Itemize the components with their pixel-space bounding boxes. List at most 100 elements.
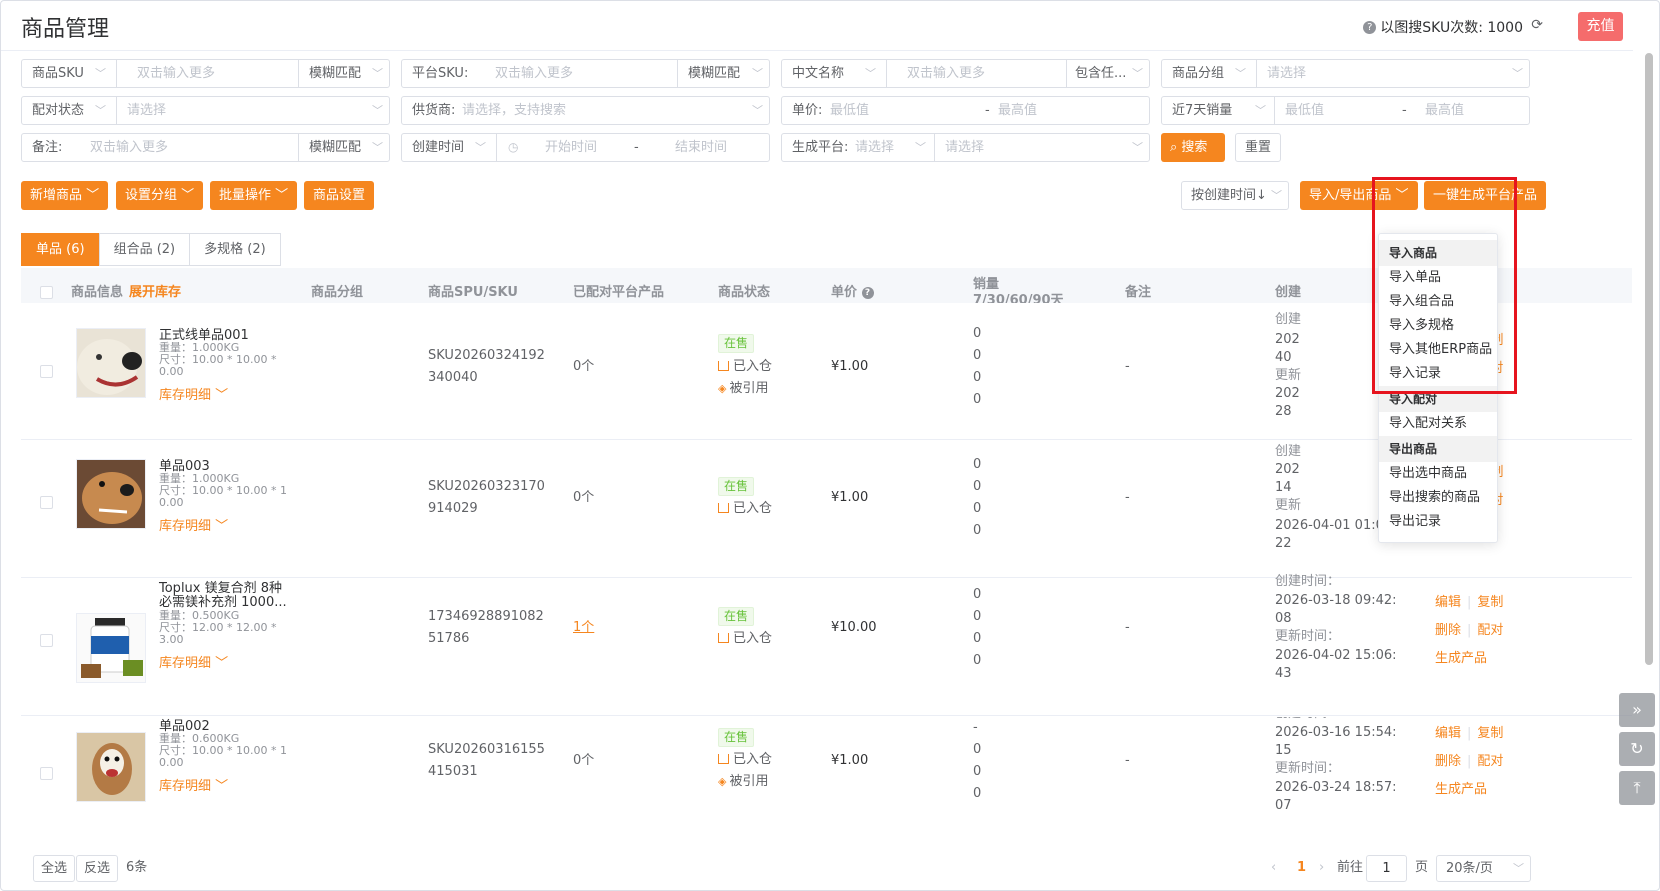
stock-detail-link[interactable]: 库存明细 ﹀ [159, 384, 228, 403]
chevron-down-icon: ﹀ [915, 141, 926, 154]
export-records-item[interactable]: 导出记录 [1379, 510, 1497, 534]
product-size-2: 0.00 [159, 756, 184, 769]
updated-time: 2026-03-24 18:57: [1275, 780, 1397, 795]
row-ops-1: 编辑|复制 [1435, 595, 1504, 610]
sku-input[interactable]: 双击输入更多 [127, 60, 299, 87]
tag-icon: ◈ [718, 775, 727, 788]
chevron-down-icon: ﹀ [1271, 189, 1282, 202]
edit-link[interactable]: 编辑 [1435, 595, 1461, 610]
page-size-select[interactable]: 20条/页 ﹀ [1436, 855, 1531, 882]
sales-7: 0 [973, 326, 982, 341]
platform-sku-input[interactable]: 双击输入更多 [485, 60, 678, 87]
time-start-input[interactable]: 开始时间 [535, 134, 615, 161]
prev-page-icon[interactable]: ‹ [1271, 857, 1276, 879]
chevron-down-icon: ﹀ [475, 141, 486, 154]
row-checkbox[interactable] [40, 767, 53, 780]
paired-count-link[interactable]: 1个 [573, 617, 594, 639]
delete-link[interactable]: 删除 [1435, 754, 1461, 769]
chevron-down-icon: ﹀ [215, 656, 229, 671]
sales-60: 0 [973, 501, 982, 516]
product-type-tabs: 单品 (6) 组合品 (2) 多规格 (2) [21, 233, 281, 266]
status-badge: 在售 [718, 606, 755, 628]
pair-status-filter: 配对状态 ﹀ 请选择 ﹀ [21, 96, 390, 125]
generate-product-link[interactable]: 生成产品 [1435, 778, 1487, 797]
pair-status-select[interactable]: 请选择 [117, 97, 357, 124]
delete-link[interactable]: 删除 [1435, 623, 1461, 638]
product-name-2[interactable]: 必需镁补充剂 1000... [159, 595, 287, 610]
sales-max-input[interactable]: 最高值 [1415, 97, 1525, 124]
reset-button[interactable]: 重置 [1235, 133, 1282, 162]
group-select[interactable]: 请选择 [1257, 60, 1497, 87]
copy-link[interactable]: 复制 [1477, 595, 1503, 610]
time-dash: - [634, 140, 639, 155]
generate-product-link[interactable]: 生成产品 [1435, 647, 1487, 666]
copy-link[interactable]: 复制 [1477, 726, 1503, 741]
back-to-top-icon[interactable]: ⤒ [1619, 771, 1655, 805]
pair-link[interactable]: 配对 [1477, 754, 1503, 769]
batch-ops-button[interactable]: 批量操作 ﹀ [210, 181, 298, 210]
sort-select[interactable]: 按创建时间↓ ﹀ [1181, 181, 1289, 210]
stock-detail-link[interactable]: 库存明细 ﹀ [159, 515, 228, 534]
page-unit-label: 页 [1415, 860, 1429, 875]
status-badge: 在售 [718, 333, 755, 355]
price-min-input[interactable]: 最低值 [820, 97, 970, 124]
paired-count: 0个 [573, 490, 595, 505]
select-all-button[interactable]: 全选 [33, 855, 76, 882]
clock-icon: ◷ [508, 140, 519, 154]
export-searched-item[interactable]: 导出搜索的商品 [1379, 486, 1497, 510]
tab-combo[interactable]: 组合品 (2) [98, 233, 191, 266]
product-settings-button[interactable]: 商品设置 [304, 181, 375, 210]
add-product-button[interactable]: 新增商品 ﹀ [21, 181, 109, 210]
chevron-down-icon: ﹀ [372, 141, 383, 154]
note-input[interactable]: 双击输入更多 [80, 134, 299, 161]
next-page-icon[interactable]: › [1319, 857, 1324, 879]
import-pairing-item[interactable]: 导入配对关系 [1379, 412, 1497, 436]
stock-detail-link[interactable]: 库存明细 ﹀ [159, 652, 228, 671]
row-checkbox[interactable] [40, 365, 53, 378]
chevron-down-icon: ﹀ [1512, 67, 1523, 80]
row-checkbox[interactable] [40, 496, 53, 509]
invert-select-button[interactable]: 反选 [76, 855, 119, 882]
help-icon[interactable]: ? [1363, 20, 1377, 34]
product-management-page: 商品管理 ? 以图搜SKU次数: 1000 ⟳ 充值 商品SKU ﹀ 双击输入更… [0, 0, 1660, 891]
scrollbar-thumb[interactable] [1645, 53, 1653, 665]
export-selected-item[interactable]: 导出选中商品 [1379, 462, 1497, 486]
price-max-input[interactable]: 最高值 [988, 97, 1138, 124]
cn-name-input[interactable]: 双击输入更多 [897, 60, 1067, 87]
in-stock-status: 已入仓 [718, 356, 772, 378]
warehouse-icon [718, 361, 729, 371]
price-value: ¥1.00 [831, 359, 869, 374]
select-all-checkbox[interactable] [40, 286, 53, 299]
pair-link[interactable]: 配对 [1477, 623, 1503, 638]
search-button[interactable]: ⌕ 搜索 [1161, 133, 1225, 162]
paired-count: 0个 [573, 753, 595, 768]
vertical-scrollbar[interactable] [1642, 51, 1656, 671]
page-jump-input[interactable]: 1 [1366, 855, 1407, 882]
cn-match-select[interactable]: 包含任... [1065, 60, 1135, 87]
reload-icon[interactable]: ↻ [1619, 732, 1655, 766]
gen-platform-select-2[interactable]: 请选择 [935, 134, 1115, 161]
tab-single[interactable]: 单品 (6) [21, 233, 100, 266]
dog-photo [77, 460, 145, 528]
help-icon[interactable]: ? [861, 287, 874, 299]
set-group-button[interactable]: 设置分组 ﹀ [116, 181, 204, 210]
edit-link[interactable]: 编辑 [1435, 726, 1461, 741]
product-name[interactable]: Toplux 镁复合剂 8种 [159, 581, 282, 596]
refresh-icon[interactable]: ⟳ [1531, 17, 1543, 33]
chevron-down-icon: ﹀ [215, 779, 229, 794]
image-search-quota: ? 以图搜SKU次数: 1000 [1363, 17, 1523, 37]
row-checkbox[interactable] [40, 634, 53, 647]
sku-line-2: 415031 [428, 764, 478, 779]
collapse-side-icon[interactable]: » [1619, 693, 1655, 727]
note-filter: 备注: 双击输入更多 模糊匹配 ﹀ [21, 133, 390, 162]
supplier-select[interactable]: 请选择，支持搜索 [452, 97, 732, 124]
sales-60: 0 [973, 631, 982, 646]
sales-min-input[interactable]: 最低值 [1275, 97, 1385, 124]
time-end-input[interactable]: 结束时间 [665, 134, 755, 161]
updated-time-2: 28 [1275, 404, 1292, 419]
gen-platform-filter: 生成平台: 请选择 ﹀ 请选择 ﹀ [781, 133, 1150, 162]
recharge-button[interactable]: 充值 [1578, 12, 1623, 41]
tab-multi-spec[interactable]: 多规格 (2) [189, 233, 281, 266]
stock-detail-link[interactable]: 库存明细 ﹀ [159, 775, 228, 794]
page-number[interactable]: 1 [1297, 857, 1306, 879]
